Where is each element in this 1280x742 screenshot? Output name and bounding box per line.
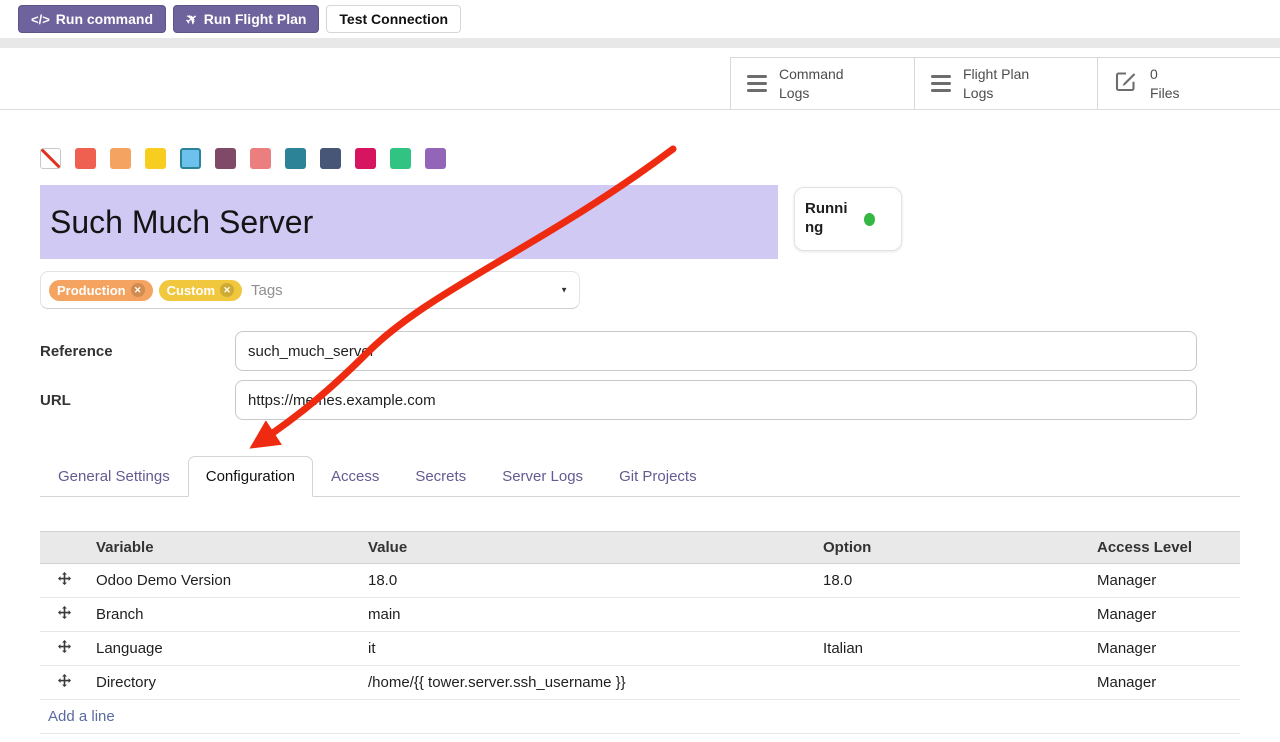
value-column-header: Value [360,532,815,564]
cell-variable[interactable]: Directory [88,666,360,700]
cell-access[interactable]: Manager [1089,564,1240,598]
run-command-button[interactable]: </> Run command [18,5,166,33]
url-row: URL [40,380,1240,420]
drag-handle-icon[interactable] [40,666,88,700]
run-flight-plan-button[interactable]: ✈ Run Flight Plan [173,5,319,33]
status-label: Running [805,200,855,238]
files-button[interactable]: 0 Files [1097,58,1280,109]
tab-configuration[interactable]: Configuration [188,456,313,497]
status-dot-icon [864,213,875,226]
cell-option[interactable] [815,598,1089,632]
status-card: Running [794,187,902,251]
edit-icon [1114,69,1138,98]
table-header-row: Variable Value Option Access Level [40,532,1240,564]
add-line-row: Add a line [40,700,1240,734]
cell-variable[interactable]: Odoo Demo Version [88,564,360,598]
title-row: Such Much Server Running [40,185,1240,259]
table-row[interactable]: Odoo Demo Version 18.0 18.0 Manager [40,564,1240,598]
flight-plan-logs-label-line2: Logs [963,85,993,101]
drag-handle-icon[interactable] [40,598,88,632]
server-name-input[interactable]: Such Much Server [40,185,778,259]
notebook-tabs: General Settings Configuration Access Se… [40,456,1240,497]
tag-production[interactable]: Production ✕ [49,280,153,301]
list-icon [747,75,767,93]
tag-custom-label: Custom [167,283,215,298]
tag-production-label: Production [57,283,126,298]
divider-strip [0,38,1280,48]
tab-server-logs[interactable]: Server Logs [484,456,601,497]
color-swatch-teal[interactable] [285,148,306,169]
url-label: URL [40,392,235,409]
cell-access[interactable]: Manager [1089,598,1240,632]
flight-plan-logs-label-line1: Flight Plan [963,66,1029,82]
color-swatch-orange[interactable] [110,148,131,169]
access-column-header: Access Level [1089,532,1240,564]
url-input[interactable] [235,380,1197,420]
files-label: Files [1150,85,1180,101]
cell-variable[interactable]: Branch [88,598,360,632]
table-row[interactable]: Directory /home/{{ tower.server.ssh_user… [40,666,1240,700]
form-header: Command Logs Flight Plan Logs 0 Files [0,48,1280,110]
color-swatch-none[interactable] [40,148,61,169]
tab-access[interactable]: Access [313,456,397,497]
reference-label: Reference [40,343,235,360]
color-swatch-red[interactable] [75,148,96,169]
color-swatch-violet[interactable] [425,148,446,169]
color-swatch-raspberry[interactable] [355,148,376,169]
table-row[interactable]: Branch main Manager [40,598,1240,632]
flight-plan-logs-button[interactable]: Flight Plan Logs [914,58,1097,109]
configuration-table: Variable Value Option Access Level Odoo … [40,531,1240,734]
color-swatch-green[interactable] [390,148,411,169]
command-logs-label-line1: Command [779,66,844,82]
color-palette [40,148,1240,169]
table-row[interactable]: Language it Italian Manager [40,632,1240,666]
cell-option[interactable]: Italian [815,632,1089,666]
tab-git-projects[interactable]: Git Projects [601,456,715,497]
cell-value[interactable]: 18.0 [360,564,815,598]
variable-column-header: Variable [88,532,360,564]
top-toolbar: </> Run command ✈ Run Flight Plan Test C… [0,0,1280,38]
test-connection-button[interactable]: Test Connection [326,5,461,33]
drag-handle-icon[interactable] [40,632,88,666]
tab-general-settings[interactable]: General Settings [40,456,188,497]
color-swatch-dark-purple[interactable] [215,148,236,169]
tag-remove-icon[interactable]: ✕ [220,283,234,297]
cell-value[interactable]: it [360,632,815,666]
cell-value[interactable]: /home/{{ tower.server.ssh_username }} [360,666,815,700]
plane-icon: ✈ [182,9,201,30]
cell-access[interactable]: Manager [1089,666,1240,700]
cell-option[interactable]: 18.0 [815,564,1089,598]
stat-button-box: Command Logs Flight Plan Logs 0 Files [730,57,1280,109]
cell-access[interactable]: Manager [1089,632,1240,666]
command-logs-button[interactable]: Command Logs [731,58,914,109]
code-icon: </> [31,12,50,27]
tags-placeholder: Tags [251,282,283,299]
server-name-text: Such Much Server [50,204,313,241]
command-logs-label-line2: Logs [779,85,809,101]
handle-column-header [40,532,88,564]
cell-value[interactable]: main [360,598,815,632]
color-swatch-cyan-selected[interactable] [180,148,201,169]
reference-input[interactable] [235,331,1197,371]
color-swatch-salmon[interactable] [250,148,271,169]
tag-custom[interactable]: Custom ✕ [159,280,242,301]
run-flight-plan-label: Run Flight Plan [204,11,307,27]
files-count: 0 [1150,66,1158,82]
add-a-line-link[interactable]: Add a line [48,708,115,725]
tags-field[interactable]: Production ✕ Custom ✕ Tags ▼ [40,271,580,309]
list-icon [931,75,951,93]
cell-variable[interactable]: Language [88,632,360,666]
option-column-header: Option [815,532,1089,564]
run-command-label: Run command [56,11,153,27]
tag-remove-icon[interactable]: ✕ [131,283,145,297]
color-swatch-yellow[interactable] [145,148,166,169]
cell-option[interactable] [815,666,1089,700]
form-sheet: Such Much Server Running Production ✕ Cu… [0,148,1280,734]
test-connection-label: Test Connection [339,11,448,27]
drag-handle-icon[interactable] [40,564,88,598]
color-swatch-navy[interactable] [320,148,341,169]
chevron-down-icon[interactable]: ▼ [560,286,568,295]
reference-row: Reference [40,331,1240,371]
tab-secrets[interactable]: Secrets [397,456,484,497]
